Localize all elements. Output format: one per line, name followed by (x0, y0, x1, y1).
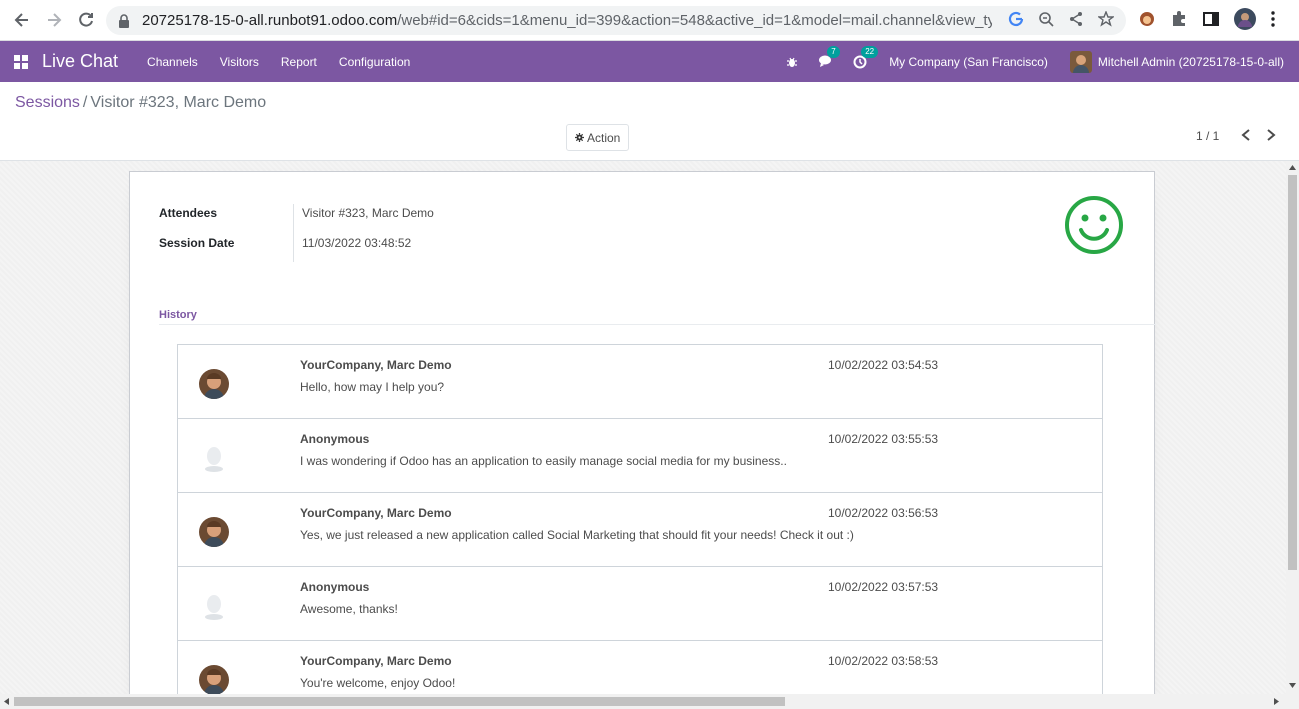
scroll-left-icon[interactable] (4, 698, 9, 705)
message-date: 10/02/2022 03:55:53 (828, 432, 939, 446)
pager-value[interactable]: 1 / 1 (1196, 129, 1219, 143)
menu-configuration[interactable]: Configuration (328, 55, 421, 69)
lock-icon (119, 13, 129, 28)
debug-icon[interactable] (775, 56, 809, 68)
message-author: Anonymous (300, 432, 370, 446)
address-bar-actions (1008, 11, 1114, 27)
gear-icon (575, 133, 584, 142)
menu-channels[interactable]: Channels (136, 55, 209, 69)
scroll-down-icon[interactable] (1289, 683, 1296, 688)
main-navbar: Live Chat Channels Visitors Report Confi… (0, 41, 1299, 82)
message-item: Anonymous 10/02/2022 03:57:53 Awesome, t… (178, 567, 1102, 641)
user-menu[interactable]: Mitchell Admin (20725178-15-0-all) (1069, 50, 1299, 73)
menu-report[interactable]: Report (270, 55, 328, 69)
activities-counter: 22 (861, 45, 879, 58)
company-switcher[interactable]: My Company (San Francisco) (877, 55, 1070, 69)
back-button[interactable] (6, 4, 38, 36)
pager-previous-icon[interactable] (1240, 128, 1252, 142)
session-date-value: 11/03/2022 03:48:52 (302, 236, 412, 250)
message-body: I was wondering if Odoo has an applicati… (300, 454, 787, 468)
puzzle-icon[interactable] (1170, 10, 1188, 28)
side-panel-icon[interactable] (1202, 10, 1220, 28)
message-item: Anonymous 10/02/2022 03:55:53 I was wond… (178, 419, 1102, 493)
scroll-up-icon[interactable] (1289, 165, 1296, 170)
message-date: 10/02/2022 03:58:53 (828, 654, 939, 668)
attendees-value: Visitor #323, Marc Demo (302, 206, 434, 220)
operator-avatar (199, 665, 229, 694)
profile-avatar-icon[interactable] (1234, 8, 1256, 30)
breadcrumb: Sessions / Visitor #323, Marc Demo (15, 94, 266, 112)
message-body: Hello, how may I help you? (300, 380, 445, 394)
messages-counter: 7 (827, 46, 840, 58)
zoom-icon[interactable] (1038, 11, 1054, 27)
vertical-scroll-thumb[interactable] (1288, 175, 1297, 570)
operator-avatar (199, 517, 229, 547)
action-label: Action (587, 130, 621, 145)
url-host: 20725178-15-0-all.runbot91.odoo.com (142, 12, 398, 29)
field-divider (293, 204, 294, 262)
message-date: 10/02/2022 03:54:53 (828, 358, 939, 372)
message-date: 10/02/2022 03:57:53 (828, 580, 939, 594)
message-body: Awesome, thanks! (300, 602, 398, 616)
history-separator (159, 324, 1156, 325)
horizontal-scroll-thumb[interactable] (14, 697, 785, 706)
control-panel: Sessions / Visitor #323, Marc Demo Action … (0, 82, 1299, 161)
reload-button[interactable] (70, 4, 102, 36)
forward-button[interactable] (38, 4, 70, 36)
smiley-happy-icon (1065, 196, 1123, 254)
share-icon[interactable] (1068, 11, 1084, 27)
messaging-menu[interactable]: 7 (809, 46, 843, 68)
systray: 7 22 My Company (San Francisco) Mitchell… (775, 41, 1299, 82)
monkey-extension-icon[interactable] (1138, 10, 1156, 28)
menu-visitors[interactable]: Visitors (209, 55, 270, 69)
message-author: Anonymous (300, 580, 370, 594)
message-item: YourCompany, Marc Demo 10/02/2022 03:56:… (178, 493, 1102, 567)
apps-menu-icon[interactable] (0, 41, 42, 82)
arrow-right-icon (48, 13, 62, 27)
browser-toolbar: 20725178-15-0-all.runbot91.odoo.com/web#… (0, 0, 1299, 41)
address-bar[interactable]: 20725178-15-0-all.runbot91.odoo.com/web#… (106, 6, 1126, 35)
url-text: 20725178-15-0-all.runbot91.odoo.com/web#… (142, 12, 992, 29)
message-author: YourCompany, Marc Demo (300, 506, 452, 520)
message-item: YourCompany, Marc Demo 10/02/2022 03:54:… (178, 345, 1102, 419)
reload-icon (79, 12, 93, 27)
kebab-menu-icon[interactable] (1270, 10, 1276, 28)
anonymous-avatar (199, 591, 229, 621)
url-path: /web#id=6&cids=1&menu_id=399&action=548&… (397, 12, 992, 29)
vertical-scrollbar[interactable] (1286, 161, 1299, 694)
app-brand[interactable]: Live Chat (42, 51, 118, 72)
horizontal-scrollbar[interactable] (0, 694, 1299, 709)
user-avatar (1069, 50, 1092, 73)
history-label: History (159, 309, 197, 321)
action-button[interactable]: Action (566, 124, 630, 151)
session-date-label: Session Date (159, 236, 235, 250)
breadcrumb-current: Visitor #323, Marc Demo (90, 94, 267, 111)
attendees-label: Attendees (159, 206, 218, 220)
operator-avatar (199, 369, 229, 399)
scroll-right-icon[interactable] (1274, 698, 1279, 705)
anonymous-avatar (199, 443, 229, 473)
breadcrumb-sessions[interactable]: Sessions (15, 94, 80, 111)
arrow-left-icon (14, 13, 28, 27)
message-list: YourCompany, Marc Demo 10/02/2022 03:54:… (177, 344, 1103, 694)
user-name: Mitchell Admin (20725178-15-0-all) (1097, 54, 1284, 69)
pager-next-icon[interactable] (1265, 128, 1277, 142)
message-author: YourCompany, Marc Demo (300, 358, 452, 372)
bookmark-star-icon[interactable] (1098, 11, 1114, 27)
google-icon[interactable] (1008, 11, 1024, 27)
message-body: You're welcome, enjoy Odoo! (300, 676, 456, 690)
extension-icons (1138, 8, 1276, 30)
activity-menu[interactable]: 22 (843, 45, 879, 69)
form-sheet: Attendees Visitor #323, Marc Demo Sessio… (129, 171, 1156, 694)
message-body: Yes, we just released a new application … (300, 528, 854, 542)
message-date: 10/02/2022 03:56:53 (828, 506, 939, 520)
breadcrumb-separator: / (82, 94, 88, 111)
message-item: YourCompany, Marc Demo 10/02/2022 03:58:… (178, 641, 1102, 694)
message-author: YourCompany, Marc Demo (300, 654, 452, 668)
form-view: Attendees Visitor #323, Marc Demo Sessio… (0, 161, 1286, 694)
